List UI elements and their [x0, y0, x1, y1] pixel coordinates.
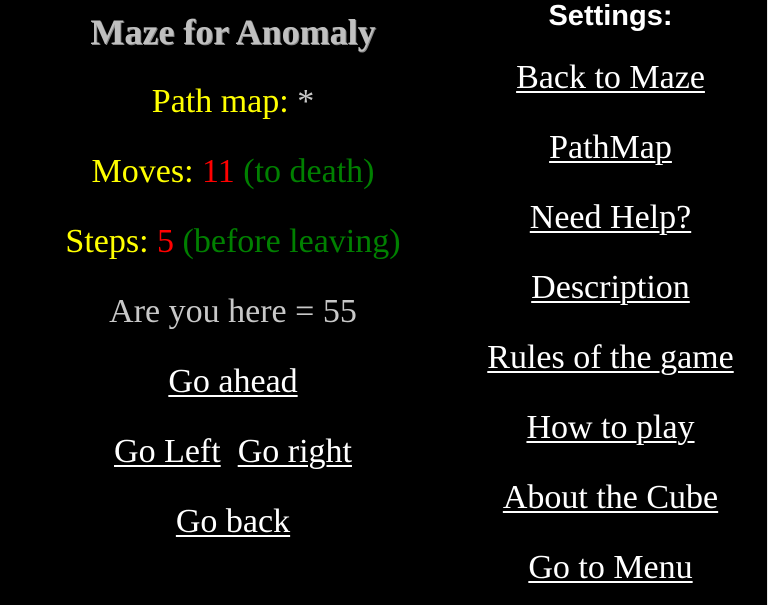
nav-row-back: Go back [0, 502, 466, 542]
settings-heading: Settings: [548, 0, 673, 32]
location-text: Are you here = 55 [109, 293, 357, 330]
description-link[interactable]: Description [531, 269, 690, 306]
about-cube-link[interactable]: About the Cube [503, 479, 718, 516]
how-to-play-link[interactable]: How to play [526, 409, 694, 446]
nav-row-ahead: Go ahead [0, 362, 466, 402]
game-title: Maze for Anomaly [90, 12, 376, 52]
moves-note: (to death) [243, 153, 375, 190]
moves-value: 11 [202, 153, 235, 190]
moves-status: Moves: 11 (to death) [0, 152, 466, 192]
go-ahead-link[interactable]: Go ahead [168, 363, 297, 400]
go-back-link[interactable]: Go back [176, 503, 290, 540]
steps-status: Steps: 5 (before leaving) [0, 222, 466, 262]
rules-link[interactable]: Rules of the game [487, 339, 733, 376]
steps-value: 5 [157, 223, 175, 260]
path-map-label: Path map: [151, 83, 289, 120]
go-to-menu-link[interactable]: Go to Menu [528, 549, 692, 586]
back-to-maze-link[interactable]: Back to Maze [516, 59, 705, 96]
nav-row-sides: Go Left Go right [0, 432, 466, 472]
steps-note: (before leaving) [182, 223, 401, 260]
path-map-value: * [297, 83, 315, 120]
pathmap-link[interactable]: PathMap [549, 129, 672, 166]
need-help-link[interactable]: Need Help? [530, 199, 691, 236]
steps-label: Steps: [65, 223, 149, 260]
path-map-status: Path map: * [0, 82, 466, 122]
go-left-link[interactable]: Go Left [114, 433, 221, 470]
go-right-link[interactable]: Go right [238, 433, 352, 470]
moves-label: Moves: [91, 153, 194, 190]
